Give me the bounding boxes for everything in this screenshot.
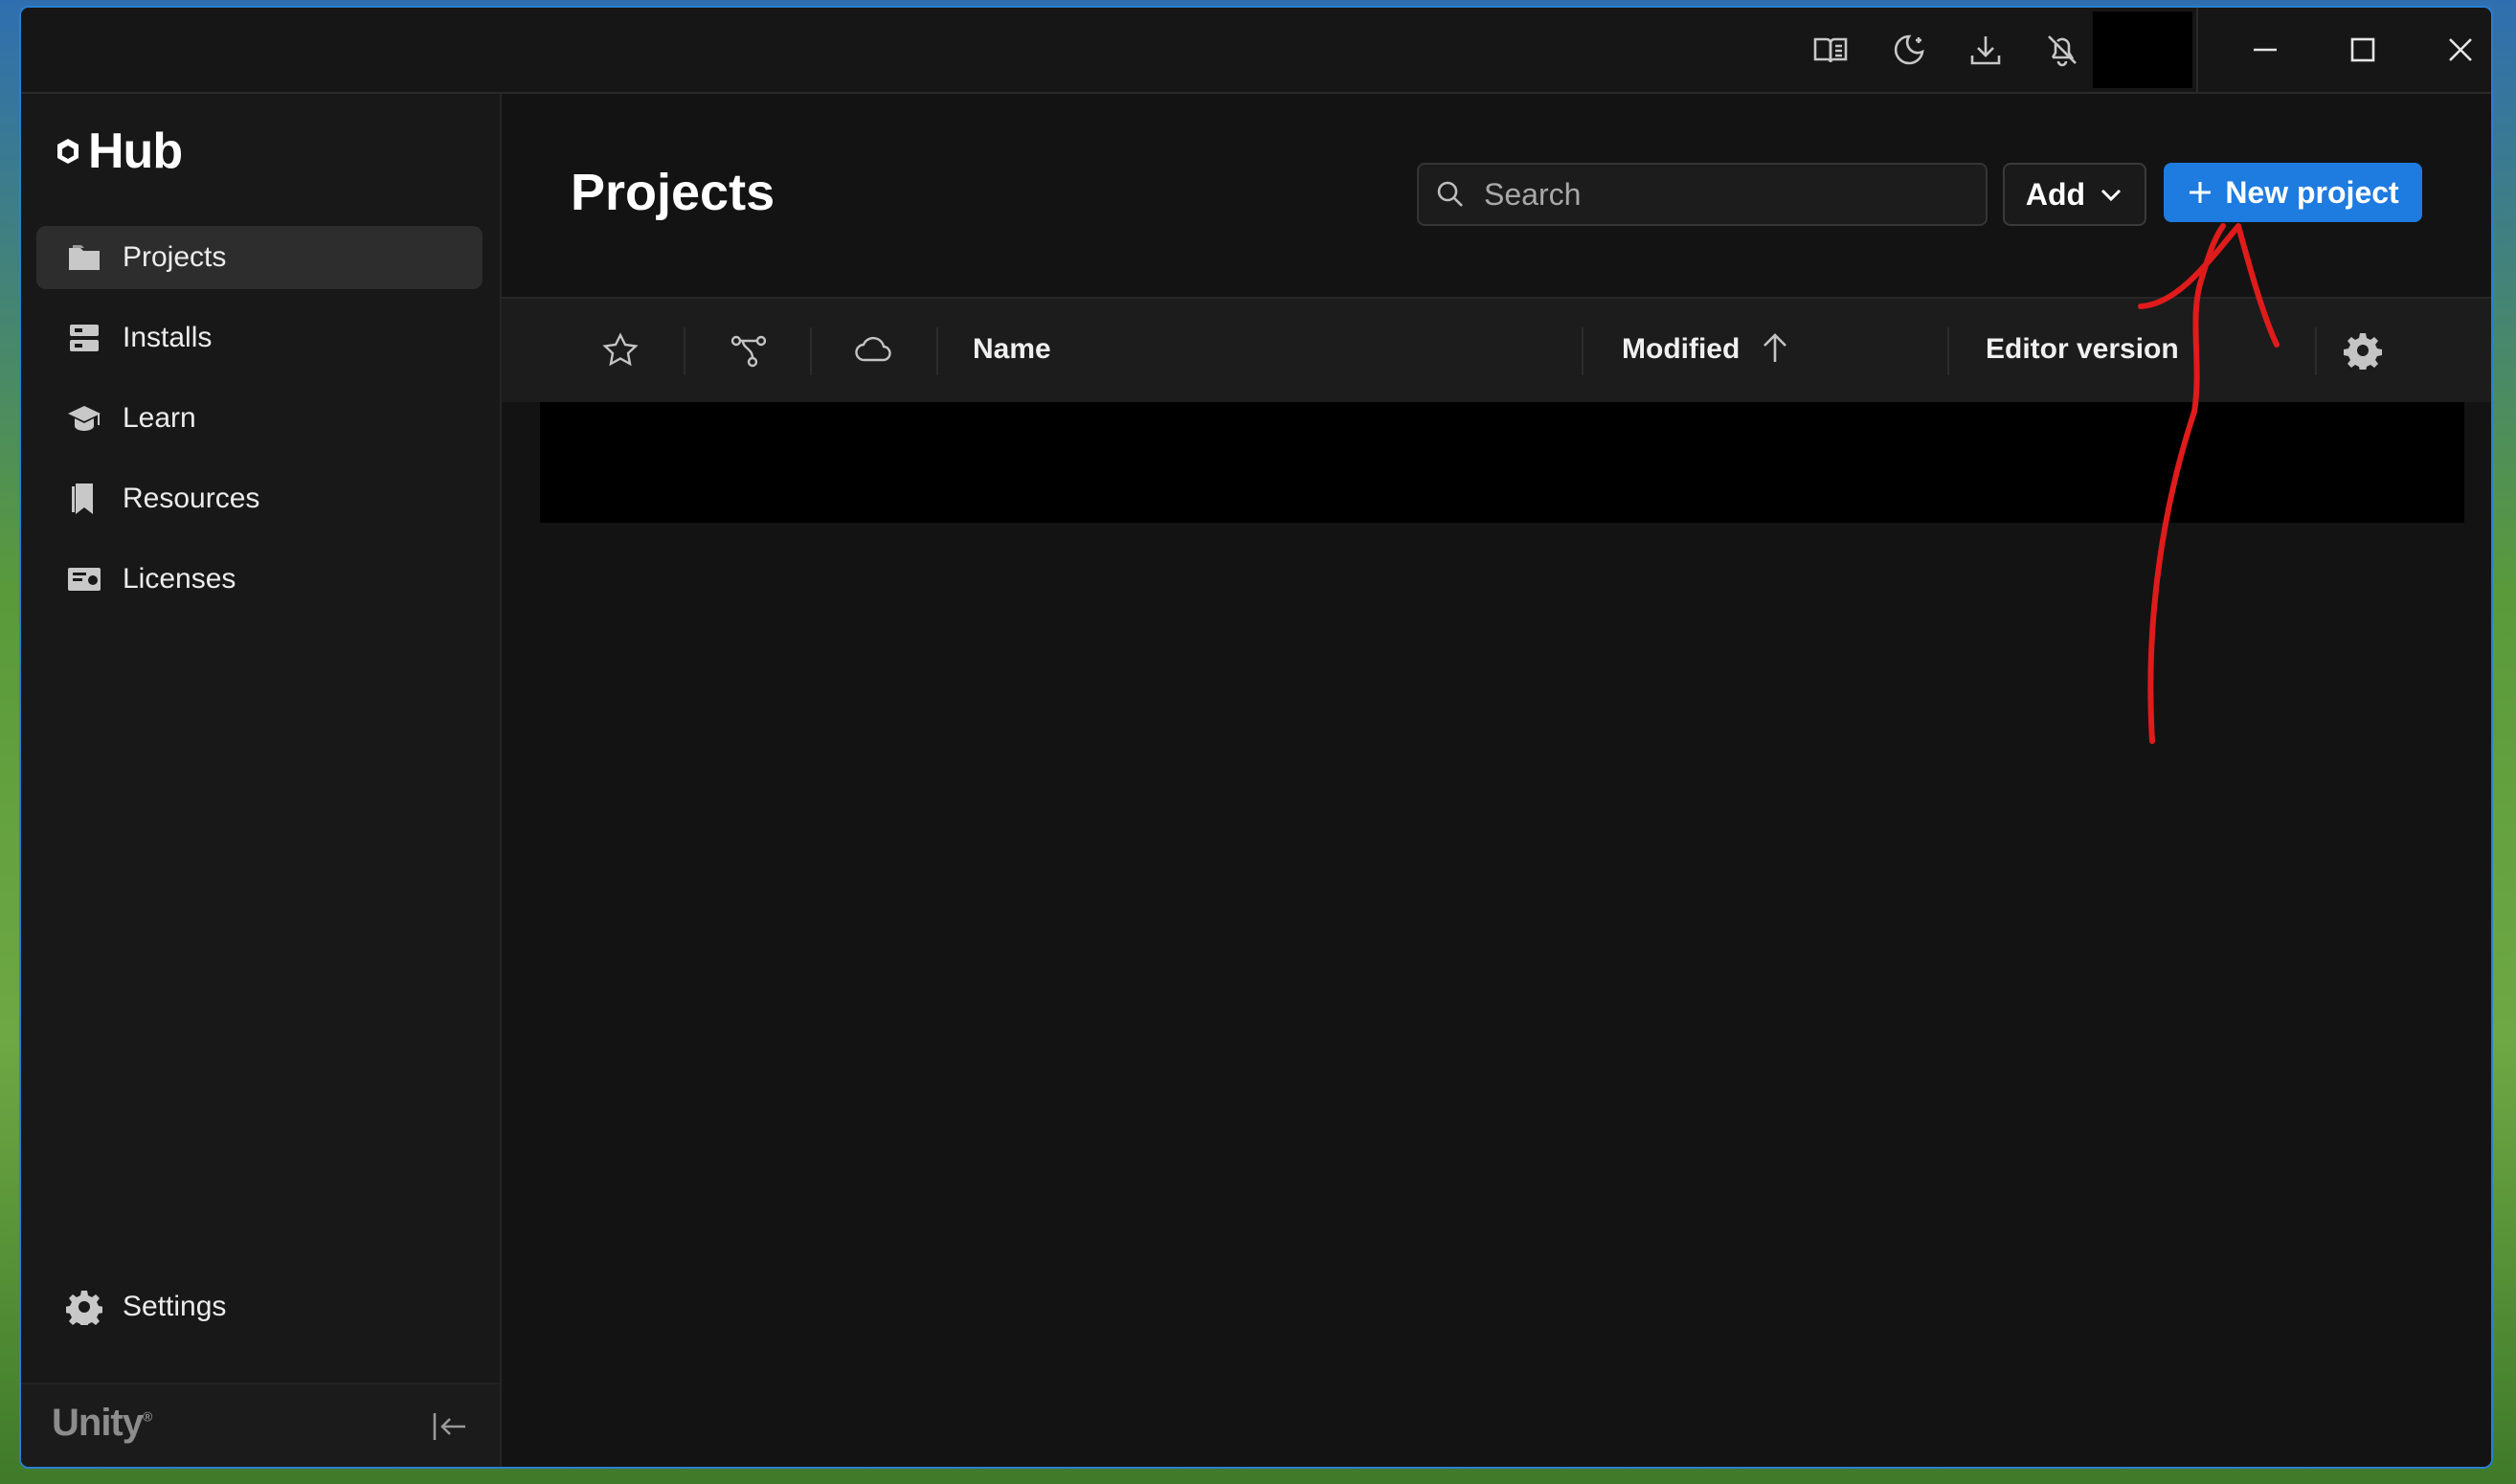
sidebar-item-learn[interactable]: Learn	[36, 387, 483, 450]
sidebar-item-resources[interactable]: Resources	[36, 467, 483, 530]
sidebar-item-label: Licenses	[123, 563, 236, 595]
sidebar-item-licenses[interactable]: Licenses	[36, 548, 483, 611]
bookmark-icon	[63, 478, 105, 520]
sidebar-item-settings[interactable]: Settings	[36, 1275, 483, 1338]
column-header-modified[interactable]: Modified	[1622, 333, 1740, 366]
sidebar-footer: Unity®	[21, 1383, 500, 1467]
title-bar	[21, 8, 2491, 94]
folder-icon	[63, 236, 105, 279]
column-divider	[684, 327, 685, 375]
cloud-icon[interactable]	[850, 327, 896, 373]
minimize-button[interactable]	[2217, 8, 2313, 92]
column-divider	[2315, 327, 2317, 375]
maximize-button[interactable]	[2315, 8, 2411, 92]
sidebar-item-label: Projects	[123, 241, 227, 273]
search-box[interactable]	[1417, 163, 1988, 226]
unity-hub-window: Hub Projects Installs Learn Resources Li…	[19, 6, 2493, 1469]
search-input[interactable]	[1482, 175, 1965, 214]
collapse-left-icon	[433, 1413, 465, 1440]
settings-label: Settings	[123, 1291, 227, 1322]
hub-logo: Hub	[54, 123, 183, 180]
sidebar-item-installs[interactable]: Installs	[36, 306, 483, 370]
gear-icon[interactable]	[2340, 327, 2386, 373]
logo-text: Hub	[88, 124, 183, 179]
sidebar: Hub Projects Installs Learn Resources Li…	[21, 94, 502, 1467]
registered-mark: ®	[143, 1408, 152, 1425]
column-divider	[936, 327, 938, 375]
unity-logo-text: Unity	[52, 1402, 144, 1444]
projects-table-header: Name Modified Editor version	[502, 297, 2491, 402]
notifications-off-icon[interactable]	[2039, 27, 2085, 73]
plus-icon	[2190, 182, 2212, 203]
license-icon	[63, 558, 105, 600]
sidebar-item-label: Installs	[123, 322, 213, 353]
column-divider	[810, 327, 812, 375]
favorite-column-star-icon[interactable]	[597, 327, 643, 373]
graduation-cap-icon	[63, 397, 105, 439]
new-project-label: New project	[2225, 174, 2399, 210]
add-dropdown-button[interactable]: Add	[2003, 163, 2146, 226]
add-label: Add	[2025, 176, 2086, 212]
chevron-down-icon	[2101, 189, 2122, 202]
new-project-button[interactable]: New project	[2164, 163, 2422, 222]
main-content: Projects Add New project	[502, 94, 2491, 1467]
sidebar-item-projects[interactable]: Projects	[36, 226, 483, 289]
column-header-editor-version[interactable]: Editor version	[1986, 333, 2179, 366]
theme-moon-icon[interactable]	[1886, 27, 1932, 73]
gear-icon	[63, 1286, 105, 1328]
column-header-name[interactable]: Name	[973, 333, 1051, 366]
close-button[interactable]	[2413, 8, 2491, 92]
version-control-icon[interactable]	[726, 327, 772, 373]
sidebar-item-label: Resources	[123, 483, 260, 514]
column-divider	[1582, 327, 1584, 375]
book-icon[interactable]	[1808, 27, 1853, 73]
download-icon[interactable]	[1963, 27, 2009, 73]
installs-icon	[63, 317, 105, 359]
sort-ascending-arrow-icon[interactable]	[1756, 329, 1794, 368]
sidebar-item-label: Learn	[123, 402, 196, 434]
search-icon	[1437, 181, 1463, 207]
unity-cube-icon	[57, 139, 79, 164]
unity-logo: Unity®	[52, 1402, 152, 1445]
column-divider	[1947, 327, 1949, 375]
page-title: Projects	[571, 164, 775, 221]
redacted-project-row[interactable]	[540, 402, 2464, 523]
titlebar-divider	[2196, 8, 2198, 92]
collapse-sidebar-button[interactable]	[429, 1405, 471, 1448]
avatar[interactable]	[2093, 11, 2192, 88]
